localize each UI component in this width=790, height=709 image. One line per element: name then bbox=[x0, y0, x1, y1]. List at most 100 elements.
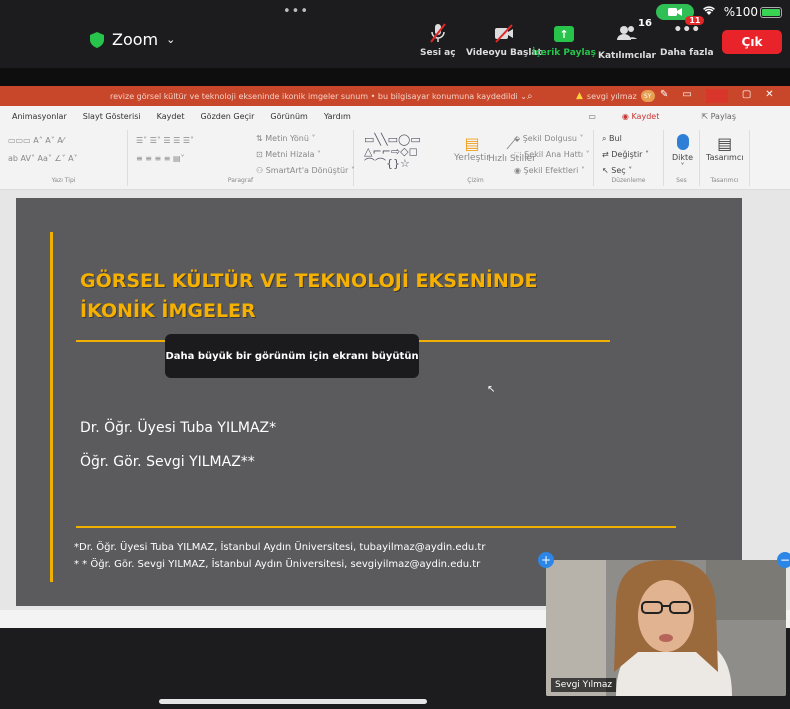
editing-group-label: Düzenleme bbox=[611, 177, 646, 184]
participants-button[interactable]: 16 Katılımcılar bbox=[598, 18, 656, 61]
accent-bar bbox=[50, 232, 53, 582]
slide[interactable]: GÖRSEL KÜLTÜR VE TEKNOLOJİ EKSENİNDE İKO… bbox=[16, 198, 742, 606]
share-content-label: İçerik Paylaş bbox=[532, 48, 596, 58]
share-arrow-icon: ↑ bbox=[553, 26, 574, 42]
select-button[interactable]: ↖ Seç ˅ bbox=[602, 166, 632, 175]
author-1[interactable]: Dr. Öğr. Üyesi Tuba YILMAZ* bbox=[80, 420, 276, 436]
shape-outline-button[interactable]: ⬚ Şekil Ana Hattı ˅ bbox=[514, 150, 590, 159]
video-off-icon bbox=[494, 24, 513, 43]
shape-effects-button[interactable]: ◉ Şekil Efektleri ˅ bbox=[514, 166, 585, 175]
collapse-icon[interactable]: − bbox=[777, 552, 790, 568]
slide-title-line1: GÖRSEL KÜLTÜR VE TEKNOLOJİ EKSENİNDE bbox=[80, 270, 538, 292]
more-dots-icon[interactable]: ••• bbox=[283, 4, 309, 19]
find-button[interactable]: ⌕ Bul bbox=[602, 134, 622, 144]
zoom-toolbar: ••• %100 Zoom ⌄ Sesi aç Videoyu Başlat ↑… bbox=[0, 0, 790, 68]
chevron-down-icon: ⌄ bbox=[166, 33, 176, 46]
ios-status-bar: %100 bbox=[655, 4, 782, 20]
more-label: Daha fazla bbox=[660, 48, 714, 58]
document-title[interactable]: revize görsel kültür ve teknoloji ekseni… bbox=[110, 92, 527, 101]
shape-outline-label: Şekil Ana Hattı bbox=[524, 150, 584, 159]
footnote-2[interactable]: * * Öğr. Gör. Sevgi YILMAZ, İstanbul Ayd… bbox=[74, 559, 480, 570]
author-2[interactable]: Öğr. Gör. Sevgi YILMAZ** bbox=[80, 454, 255, 470]
shape-fill-label: Şekil Dolgusu bbox=[522, 134, 577, 143]
restore-icon[interactable]: ▢ bbox=[742, 89, 751, 103]
font-color-controls[interactable]: ab AV˅ Aa˅ ∠˅ A˅ bbox=[8, 154, 78, 163]
arrange-icon: ▤ bbox=[464, 134, 480, 153]
tab-help[interactable]: Yardım bbox=[324, 112, 351, 121]
record-button[interactable]: ◉ Kaydet bbox=[622, 112, 675, 121]
ribbon-display-icon[interactable]: ▭ bbox=[682, 89, 691, 103]
share-button[interactable]: ⇱ Paylaş bbox=[701, 112, 752, 121]
slide-title[interactable]: GÖRSEL KÜLTÜR VE TEKNOLOJİ EKSENİNDE İKO… bbox=[80, 266, 600, 326]
unmute-label: Sesi aç bbox=[420, 48, 456, 58]
share-content-button[interactable]: ↑ İçerik Paylaş bbox=[532, 22, 596, 58]
footnote-1[interactable]: *Dr. Öğr. Üyesi Tuba YILMAZ, İstanbul Ay… bbox=[74, 542, 485, 553]
share-label: Paylaş bbox=[710, 111, 736, 121]
wifi-icon bbox=[702, 5, 716, 19]
ribbon-tabs: Animasyonlar Slayt Gösterisi Kaydet Gözd… bbox=[0, 106, 790, 126]
more-button[interactable]: ••• 11 Daha fazla bbox=[660, 16, 714, 58]
select-label: Seç bbox=[611, 166, 626, 175]
designer-icon: ▤ bbox=[717, 134, 733, 153]
battery-icon bbox=[760, 6, 782, 18]
voice-group-label: Ses bbox=[676, 177, 687, 184]
pen-icon[interactable]: ✎ bbox=[660, 89, 668, 103]
list-controls[interactable]: ☰˅ ☰˅ ☰ ☰ ☰˅ bbox=[136, 136, 194, 145]
align-text-button[interactable]: ⊡ Metni Hizala ˅ bbox=[256, 150, 321, 159]
align-text-label: Metni Hizala bbox=[265, 150, 315, 159]
arrange-button[interactable]: ▤ Yerleştir bbox=[454, 134, 490, 163]
tab-animations[interactable]: Animasyonlar bbox=[12, 112, 67, 121]
editing-group: ⌕ Bul ⇄ Değiştir ˅ ↖ Seç ˅ Düzenleme bbox=[594, 130, 664, 186]
shield-icon bbox=[90, 31, 104, 48]
more-badge: 11 bbox=[685, 16, 705, 25]
leave-button[interactable]: Çık bbox=[722, 30, 782, 54]
comments-icon[interactable]: ▭ bbox=[588, 112, 596, 121]
home-indicator[interactable] bbox=[159, 699, 427, 704]
smartart-label: SmartArt'a Dönüştür bbox=[265, 166, 349, 175]
warning-icon: ▲ bbox=[576, 91, 583, 101]
slide-canvas: GÖRSEL KÜLTÜR VE TEKNOLOJİ EKSENİNDE İKO… bbox=[0, 190, 790, 610]
video-tile[interactable]: Sevgi Yılmaz bbox=[546, 560, 786, 696]
record-label: Kaydet bbox=[631, 111, 660, 121]
replace-button[interactable]: ⇄ Değiştir ˅ bbox=[602, 150, 649, 159]
shapes-gallery[interactable]: ▭╲╲▭◯▭ △⌐⌐⇨◇◻ ⌒⌒{}☆ bbox=[364, 134, 421, 170]
tab-view[interactable]: Görünüm bbox=[270, 112, 307, 121]
user-account[interactable]: ▲ sevgi yılmaz SY bbox=[576, 90, 655, 102]
add-icon[interactable]: + bbox=[538, 552, 554, 568]
tab-review[interactable]: Gözden Geçir bbox=[200, 112, 254, 121]
unmute-button[interactable]: Sesi aç bbox=[420, 22, 456, 58]
smartart-button[interactable]: ⚇ SmartArt'a Dönüştür ˅ bbox=[256, 166, 355, 175]
drawing-group: ▭╲╲▭◯▭ △⌐⌐⇨◇◻ ⌒⌒{}☆ ▤ Yerleştir ⟋ Hızlı Stil… bbox=[358, 130, 594, 186]
avatar: SY bbox=[640, 90, 655, 102]
replace-label: Değiştir bbox=[611, 150, 643, 159]
text-direction-button[interactable]: ⇅ Metin Yönü ˅ bbox=[256, 134, 315, 143]
search-icon[interactable]: ⌕ bbox=[527, 91, 533, 102]
designer-group-label: Tasarımcı bbox=[710, 177, 739, 184]
align-controls[interactable]: ≡ ≡ ≡ ≡ ▤˅ bbox=[136, 154, 185, 163]
zoom-tooltip: Daha büyük bir görünüm için ekranı büyüt… bbox=[165, 334, 419, 378]
participants-count: 16 bbox=[638, 18, 652, 29]
start-video-button[interactable]: Videoyu Başlat bbox=[466, 22, 542, 58]
zoom-meeting-title[interactable]: Zoom ⌄ bbox=[90, 30, 175, 49]
participant-name: Sevgi Yılmaz bbox=[551, 678, 617, 692]
voice-group: Dikte ˅ Ses bbox=[664, 130, 700, 186]
minimize-button[interactable] bbox=[705, 89, 728, 103]
paragraph-group: ☰˅ ☰˅ ☰ ☰ ☰˅ ≡ ≡ ≡ ≡ ▤˅ ⇅ Metin Yönü ˅ ⊡… bbox=[128, 130, 355, 186]
drawing-group-label: Çizim bbox=[467, 177, 484, 184]
text-direction-label: Metin Yönü bbox=[265, 134, 309, 143]
divider bbox=[0, 68, 790, 86]
close-icon[interactable]: ✕ bbox=[765, 89, 773, 103]
tab-save[interactable]: Kaydet bbox=[157, 112, 185, 121]
dictate-label: Dikte bbox=[672, 153, 694, 162]
battery-status: %100 bbox=[724, 5, 782, 19]
designer-button[interactable]: ▤ Tasarımcı bbox=[706, 134, 743, 162]
find-icon: ⌕ bbox=[602, 134, 607, 143]
dictate-button[interactable]: Dikte ˅ bbox=[672, 134, 693, 171]
font-size-controls[interactable]: ▭▭▭ A˄ A˅ A⁄ bbox=[8, 136, 64, 145]
tab-slideshow[interactable]: Slayt Gösterisi bbox=[83, 112, 141, 121]
mic-icon bbox=[676, 134, 689, 150]
shape-fill-button[interactable]: ⬙ Şekil Dolgusu ˅ bbox=[514, 134, 584, 143]
divider bbox=[76, 526, 676, 528]
font-group: ▭▭▭ A˄ A˅ A⁄ ab AV˅ Aa˅ ∠˅ A˅ Yazı Tipi bbox=[0, 130, 128, 186]
designer-label: Tasarımcı bbox=[706, 153, 744, 162]
